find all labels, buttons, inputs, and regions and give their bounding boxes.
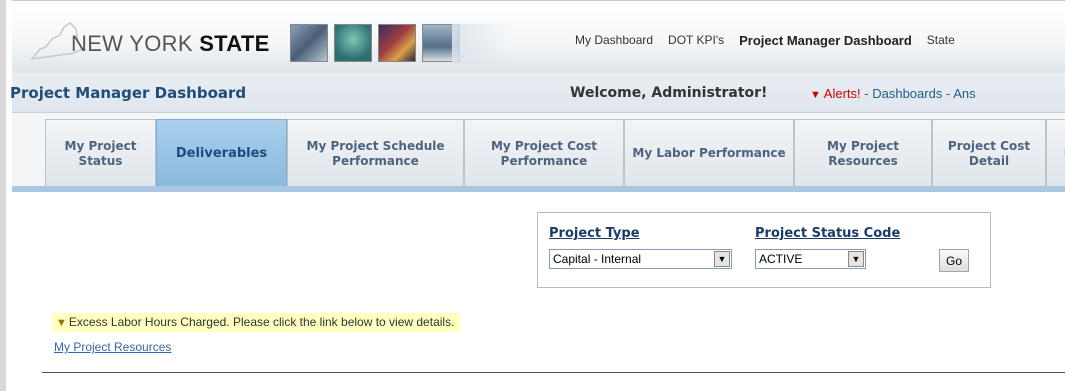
header-photos <box>290 24 460 62</box>
logo-bold-text: STATE <box>199 31 270 56</box>
top-navigation: My Dashboard DOT KPI's Project Manager D… <box>575 33 970 48</box>
city-lights-photo <box>378 24 416 62</box>
page-title: Project Manager Dashboard <box>10 84 247 102</box>
tab-truncated[interactable]: I <box>1046 119 1065 187</box>
project-type-select[interactable]: Capital - Internal ▼ <box>549 249 732 269</box>
app-window: NEW YORK STATE My Dashboard DOT KPI's Pr… <box>0 0 1065 391</box>
status-code-label: Project Status Code <box>755 226 901 241</box>
status-code-select[interactable]: ACTIVE ▼ <box>755 249 866 269</box>
nav-my-dashboard[interactable]: My Dashboard <box>575 33 653 48</box>
flag-icon: ▼ <box>56 317 67 329</box>
project-type-value: Capital - Internal <box>553 252 642 266</box>
tab-underline <box>12 186 1065 192</box>
alert-message: ▼ Excess Labor Hours Charged. Please clic… <box>52 313 461 332</box>
divider <box>42 372 1065 373</box>
alerts-link[interactable]: Alerts! <box>824 86 861 101</box>
flag-icon: ▼ <box>810 89 821 101</box>
header-fade <box>452 24 512 64</box>
alert-message-text: Excess Labor Hours Charged. Please click… <box>68 315 455 329</box>
tab-bar: My Project Status Deliverables My Projec… <box>12 113 1065 188</box>
site-logo[interactable]: NEW YORK STATE <box>71 31 270 57</box>
my-project-resources-link[interactable]: My Project Resources <box>54 340 171 354</box>
chevron-down-icon[interactable]: ▼ <box>714 251 730 267</box>
tab-my-project-resources[interactable]: My Project Resources <box>794 119 932 187</box>
project-type-label: Project Type <box>549 226 640 241</box>
tab-my-project-schedule-performance[interactable]: My Project Schedule Performance <box>287 119 464 187</box>
nav-project-manager-dashboard[interactable]: Project Manager Dashboard <box>739 33 912 48</box>
site-header: NEW YORK STATE My Dashboard DOT KPI's Pr… <box>12 0 1065 73</box>
logo-text: NEW YORK <box>71 31 200 56</box>
tab-my-labor-performance[interactable]: My Labor Performance <box>624 119 794 187</box>
filter-panel: Project Type Capital - Internal ▼ Projec… <box>537 212 991 288</box>
status-code-value: ACTIVE <box>759 252 803 266</box>
tab-my-project-status[interactable]: My Project Status <box>45 119 156 187</box>
bridge-photo <box>290 24 328 62</box>
title-bar: Project Manager Dashboard Welcome, Admin… <box>10 73 1065 113</box>
dashboards-link[interactable]: Dashboards <box>872 86 942 101</box>
go-button[interactable]: Go <box>939 249 969 272</box>
tab-deliverables[interactable]: Deliverables <box>156 119 287 187</box>
truncated-link[interactable]: Ans <box>953 86 975 101</box>
tab-my-project-cost-performance[interactable]: My Project Cost Performance <box>464 119 624 187</box>
welcome-message: Welcome, Administrator! <box>570 85 768 101</box>
nav-state[interactable]: State <box>927 33 955 48</box>
nav-dot-kpis[interactable]: DOT KPI's <box>668 33 724 48</box>
chevron-down-icon[interactable]: ▼ <box>848 251 864 267</box>
title-links: ▼ Alerts! - Dashboards - Ans <box>810 86 976 101</box>
statue-of-liberty-photo <box>334 24 372 62</box>
tab-project-cost-detail[interactable]: Project Cost Detail <box>932 119 1046 187</box>
